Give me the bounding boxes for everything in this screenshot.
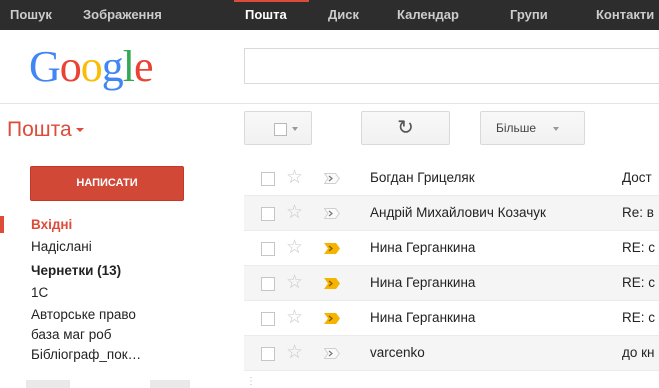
importance-marker-icon[interactable] <box>324 313 340 324</box>
email-subject: RE: с <box>622 240 656 255</box>
row-checkbox[interactable] <box>261 277 275 291</box>
email-row[interactable]: ☆ Андрій Михайлович Козачук Re: в <box>244 196 659 231</box>
folder-label: база маг роб <box>31 327 112 342</box>
sidebar-item-label-bibliograf[interactable]: Бібліограф_пок… <box>0 346 235 363</box>
nav-item-contacts[interactable]: Контакти <box>596 0 654 30</box>
star-icon[interactable]: ☆ <box>286 237 303 259</box>
folder-label: 1С <box>31 285 49 300</box>
email-sender: varcenko <box>370 345 425 360</box>
star-icon[interactable]: ☆ <box>286 272 303 294</box>
row-checkbox[interactable] <box>261 312 275 326</box>
nav-item-mail[interactable]: Пошта <box>245 0 287 30</box>
more-label: Більше <box>496 121 537 135</box>
importance-marker-icon[interactable] <box>324 348 340 359</box>
star-icon[interactable]: ☆ <box>286 307 303 329</box>
email-subject: Дост <box>622 170 652 185</box>
folder-label: Вхідні <box>31 217 73 232</box>
email-row[interactable]: ☆ Богдан Грицеляк Дост <box>244 161 659 196</box>
nav-item-drive[interactable]: Диск <box>328 0 359 30</box>
email-sender: Нина Герганкина <box>370 310 476 325</box>
folder-label: Чернетки (13) <box>31 263 122 278</box>
sidebar-item-inbox[interactable]: Вхідні <box>0 216 235 233</box>
logo-letter: G <box>29 42 61 91</box>
row-checkbox[interactable] <box>261 242 275 256</box>
email-row[interactable]: ☆ Нина Герганкина RE: с <box>244 266 659 301</box>
header-divider <box>0 103 659 104</box>
folder-label: Бібліограф_пок… <box>31 347 142 362</box>
importance-marker-icon[interactable] <box>324 278 340 289</box>
app-title: Пошта <box>7 118 72 141</box>
star-icon[interactable]: ☆ <box>286 202 303 224</box>
selected-indicator <box>0 216 4 233</box>
refresh-button[interactable]: ↻ <box>361 111 450 145</box>
sidebar-item-label-1c[interactable]: 1С <box>0 284 235 301</box>
importance-marker-icon[interactable] <box>324 173 340 184</box>
sidebar-footer-tab[interactable] <box>150 380 190 388</box>
nav-item-images[interactable]: Зображення <box>83 0 162 30</box>
checkbox-icon <box>274 123 287 136</box>
nav-item-groups[interactable]: Групи <box>510 0 548 30</box>
importance-marker-icon[interactable] <box>324 243 340 254</box>
compose-button[interactable]: НАПИСАТИ <box>30 166 184 201</box>
folder-label: Надіслані <box>31 239 92 254</box>
logo-letter: o <box>80 42 103 91</box>
select-dropdown-button[interactable] <box>244 111 312 145</box>
more-button[interactable]: Більше <box>480 111 585 145</box>
email-sender: Богдан Грицеляк <box>370 170 475 185</box>
email-row[interactable]: ☆ varcenko до кн <box>244 336 659 371</box>
nav-item-search[interactable]: Пошук <box>10 0 52 30</box>
email-row[interactable]: ☆ Нина Герганкина RE: с <box>244 301 659 336</box>
email-sender: Нина Герганкина <box>370 275 476 290</box>
mail-search-input[interactable] <box>244 48 659 84</box>
folder-label: Авторське право <box>31 307 136 322</box>
email-subject: RE: с <box>622 275 656 290</box>
app-switcher[interactable]: Пошта <box>7 116 84 144</box>
caret-down-icon <box>75 128 84 133</box>
nav-item-calendar[interactable]: Календар <box>397 0 459 30</box>
logo-letter: g <box>101 42 124 91</box>
chevron-down-icon <box>553 127 559 131</box>
row-checkbox[interactable] <box>261 172 275 186</box>
logo-letter: l <box>122 42 135 91</box>
resize-handle-icon[interactable]: ⋮ <box>246 376 256 388</box>
star-icon[interactable]: ☆ <box>286 342 303 364</box>
email-subject: до кн <box>622 345 655 360</box>
email-sender: Нина Герганкина <box>370 240 476 255</box>
google-logo[interactable]: Google <box>29 42 189 92</box>
sidebar-item-drafts[interactable]: Чернетки (13) <box>0 262 235 279</box>
sidebar-item-label-baza[interactable]: база маг роб <box>0 326 235 343</box>
sidebar-item-sent[interactable]: Надіслані <box>0 238 235 255</box>
sidebar-footer-tab[interactable] <box>26 380 70 388</box>
top-nav-bar: Пошук Зображення Пошта Диск Календар Гру… <box>0 0 659 30</box>
refresh-icon: ↻ <box>397 117 414 139</box>
email-subject: Re: в <box>622 205 654 220</box>
importance-marker-icon[interactable] <box>324 208 340 219</box>
sidebar-item-label-copyright[interactable]: Авторське право <box>0 306 235 323</box>
star-icon[interactable]: ☆ <box>286 167 303 189</box>
chevron-down-icon <box>292 127 298 131</box>
row-checkbox[interactable] <box>261 347 275 361</box>
row-checkbox[interactable] <box>261 207 275 221</box>
email-row[interactable]: ☆ Нина Герганкина RE: с <box>244 231 659 266</box>
logo-letter: e <box>134 42 154 91</box>
email-subject: RE: с <box>622 310 656 325</box>
logo-letter: o <box>59 42 82 91</box>
email-sender: Андрій Михайлович Козачук <box>370 205 546 220</box>
